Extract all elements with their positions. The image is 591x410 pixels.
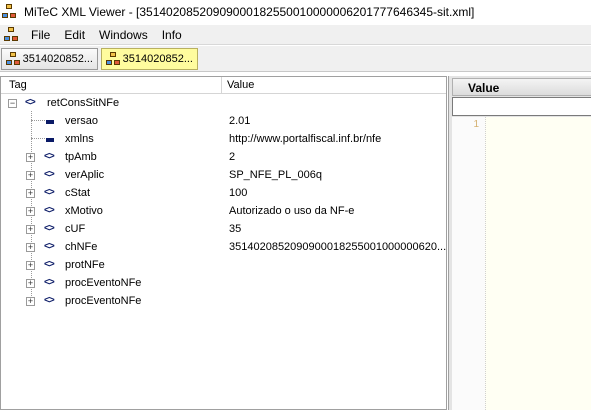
xml-document-icon xyxy=(106,52,120,66)
tag-name: cUF xyxy=(65,223,86,235)
window-title: MiTeC XML Viewer - [35140208520909000182… xyxy=(24,5,475,19)
element-tag-icon: <> xyxy=(44,205,55,216)
tag-value: 2.01 xyxy=(229,115,251,127)
tag-name: versao xyxy=(65,115,99,127)
expand-toggle-icon[interactable]: + xyxy=(26,279,35,288)
tag-value: 35 xyxy=(229,223,242,235)
expand-toggle-icon[interactable]: + xyxy=(26,297,35,306)
column-separator[interactable] xyxy=(221,77,222,94)
tree-row[interactable]: + <> verAplic SP_NFE_PL_006q xyxy=(1,166,446,184)
xml-tree-view[interactable]: Tag Value − <> retConsSitNFe versao 2.01… xyxy=(0,76,447,410)
tag-value: Autorizado o uso da NF-e xyxy=(229,205,355,217)
tree-row[interactable]: + <> cStat 100 xyxy=(1,184,446,202)
tag-name: verAplic xyxy=(65,169,105,181)
tag-name: xMotivo xyxy=(65,205,103,217)
tree-row[interactable]: versao 2.01 xyxy=(1,112,446,130)
title-bar: MiTeC XML Viewer - [35140208520909000182… xyxy=(0,0,591,24)
tag-name: procEventoNFe xyxy=(65,295,142,307)
document-tab-label: 3514020852... xyxy=(22,53,93,65)
tag-column-header[interactable]: Tag xyxy=(9,79,27,91)
document-tab-2-active[interactable]: 3514020852... xyxy=(101,48,198,70)
tree-column-header: Tag Value xyxy=(1,77,446,94)
element-tag-icon: <> xyxy=(44,241,55,252)
value-editor[interactable]: 1 xyxy=(452,117,591,410)
tree-row[interactable]: + <> cUF 35 xyxy=(1,220,446,238)
value-panel: Value 1 xyxy=(448,76,591,410)
tree-row[interactable]: + <> procEventoNFe xyxy=(1,274,446,292)
tree-row-root[interactable]: − <> retConsSitNFe xyxy=(1,94,446,112)
element-tag-icon: <> xyxy=(44,169,55,180)
expand-toggle-icon[interactable]: + xyxy=(26,261,35,270)
xml-viewer-app-icon[interactable] xyxy=(2,4,18,20)
menu-bar: File Edit Windows Info xyxy=(0,25,591,45)
menu-info[interactable]: Info xyxy=(155,28,189,42)
element-tag-icon: <> xyxy=(44,223,55,234)
editor-text-area[interactable] xyxy=(485,117,591,410)
element-tag-icon: <> xyxy=(44,151,55,162)
element-tag-icon: <> xyxy=(25,97,36,108)
tag-name: chNFe xyxy=(65,241,98,253)
attribute-icon xyxy=(46,138,54,142)
xml-document-icon xyxy=(6,52,20,66)
value-column-header[interactable]: Value xyxy=(227,79,254,91)
tag-name: retConsSitNFe xyxy=(47,97,120,109)
collapse-toggle-icon[interactable]: − xyxy=(8,99,17,108)
element-tag-icon: <> xyxy=(44,295,55,306)
expand-toggle-icon[interactable]: + xyxy=(26,171,35,180)
expand-toggle-icon[interactable]: + xyxy=(26,207,35,216)
tag-value: 100 xyxy=(229,187,248,199)
tag-value: SP_NFE_PL_006q xyxy=(229,169,322,181)
expand-toggle-icon[interactable]: + xyxy=(26,153,35,162)
tree-row[interactable]: + <> procEventoNFe xyxy=(1,292,446,310)
line-number-gutter: 1 xyxy=(452,117,485,410)
tag-name: procEventoNFe xyxy=(65,277,142,289)
document-menu-icon[interactable] xyxy=(4,26,20,43)
tag-name: cStat xyxy=(65,187,91,199)
element-tag-icon: <> xyxy=(44,187,55,198)
line-number: 1 xyxy=(473,119,479,130)
tree-row[interactable]: + <> tpAmb 2 xyxy=(1,148,446,166)
tag-name: tpAmb xyxy=(65,151,97,163)
tree-row[interactable]: + <> xMotivo Autorizado o uso da NF-e xyxy=(1,202,446,220)
element-tag-icon: <> xyxy=(44,259,55,270)
tree-row[interactable]: xmlns http://www.portalfiscal.inf.br/nfe xyxy=(1,130,446,148)
tree-row[interactable]: + <> protNFe xyxy=(1,256,446,274)
document-tab-bar: 3514020852... 3514020852... xyxy=(0,46,591,72)
element-tag-icon: <> xyxy=(44,277,55,288)
value-display-field[interactable] xyxy=(452,97,591,116)
tag-value: 2 xyxy=(229,151,236,163)
value-panel-header: Value xyxy=(452,78,591,96)
tag-name: xmlns xyxy=(65,133,94,145)
attribute-icon xyxy=(46,120,54,124)
expand-toggle-icon[interactable]: + xyxy=(26,243,35,252)
expand-toggle-icon[interactable]: + xyxy=(26,225,35,234)
tag-value: 3514020852090900018255001000000620... xyxy=(229,241,447,253)
tag-name: protNFe xyxy=(65,259,105,271)
menu-edit[interactable]: Edit xyxy=(57,28,92,42)
document-tab-1[interactable]: 3514020852... xyxy=(1,48,98,70)
document-tab-label: 3514020852... xyxy=(122,53,193,65)
expand-toggle-icon[interactable]: + xyxy=(26,189,35,198)
tag-value: http://www.portalfiscal.inf.br/nfe xyxy=(229,133,382,145)
menu-file[interactable]: File xyxy=(24,28,57,42)
tree-row[interactable]: + <> chNFe 35140208520909000182550010000… xyxy=(1,238,446,256)
menu-windows[interactable]: Windows xyxy=(92,28,155,42)
